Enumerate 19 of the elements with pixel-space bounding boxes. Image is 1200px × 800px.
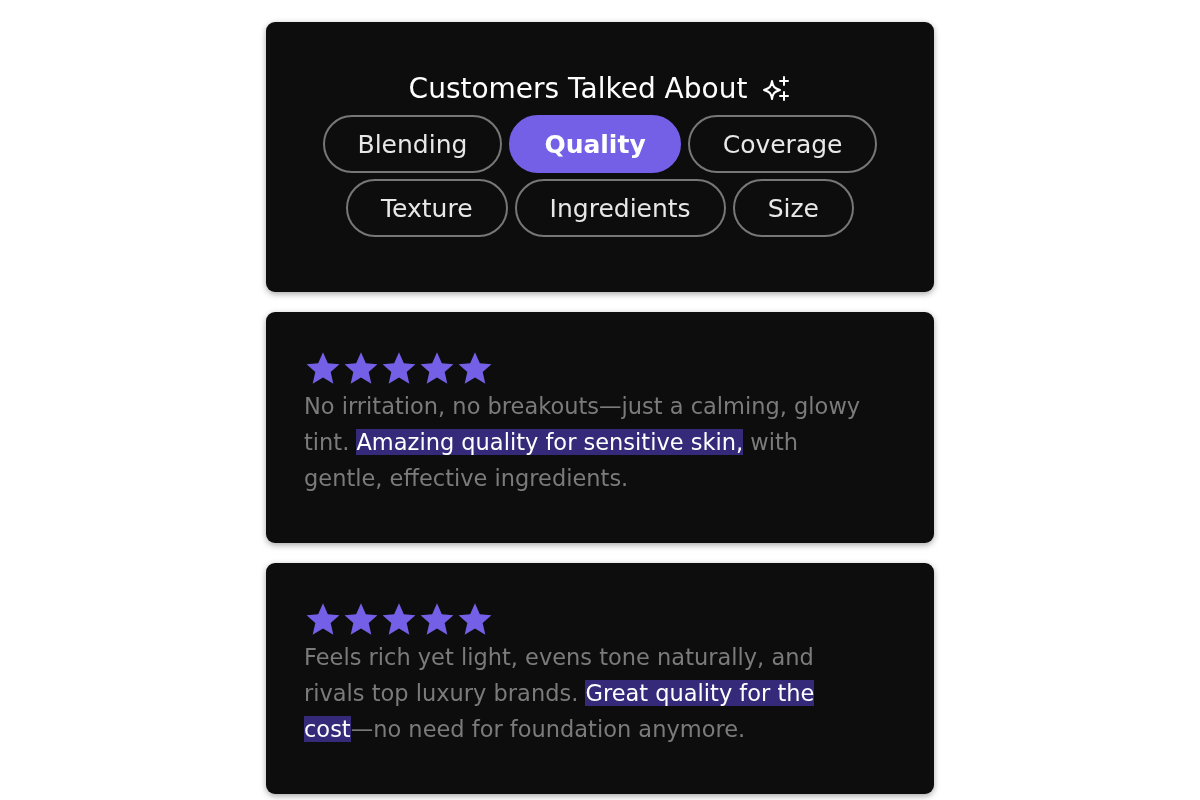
- star-icon: [380, 350, 418, 386]
- star-icon: [418, 350, 456, 386]
- sparkle-icon: [761, 74, 792, 103]
- topic-chip[interactable]: Coverage: [687, 115, 878, 173]
- star-icon: [304, 601, 342, 637]
- review-text: No irritation, no breakouts—just a calming, glowy tint. Amazing quality for sensitive skin, with gentle, effective ingredients.: [304, 392, 862, 493]
- topic-chip[interactable]: Blending: [322, 115, 503, 173]
- star-icon: [342, 601, 380, 637]
- star-icon: [342, 350, 380, 386]
- star-icon: [304, 350, 342, 386]
- star-icon: [456, 601, 494, 637]
- section-title: Customers Talked About: [408, 72, 748, 105]
- topic-chip[interactable]: Ingredients: [514, 179, 726, 237]
- topic-chip[interactable]: Texture: [346, 179, 508, 237]
- star-icon: [380, 601, 418, 637]
- topic-chip[interactable]: Quality: [509, 115, 681, 173]
- star-icon: [418, 601, 456, 637]
- star-icon: [456, 350, 494, 386]
- topic-chip[interactable]: Size: [732, 179, 854, 237]
